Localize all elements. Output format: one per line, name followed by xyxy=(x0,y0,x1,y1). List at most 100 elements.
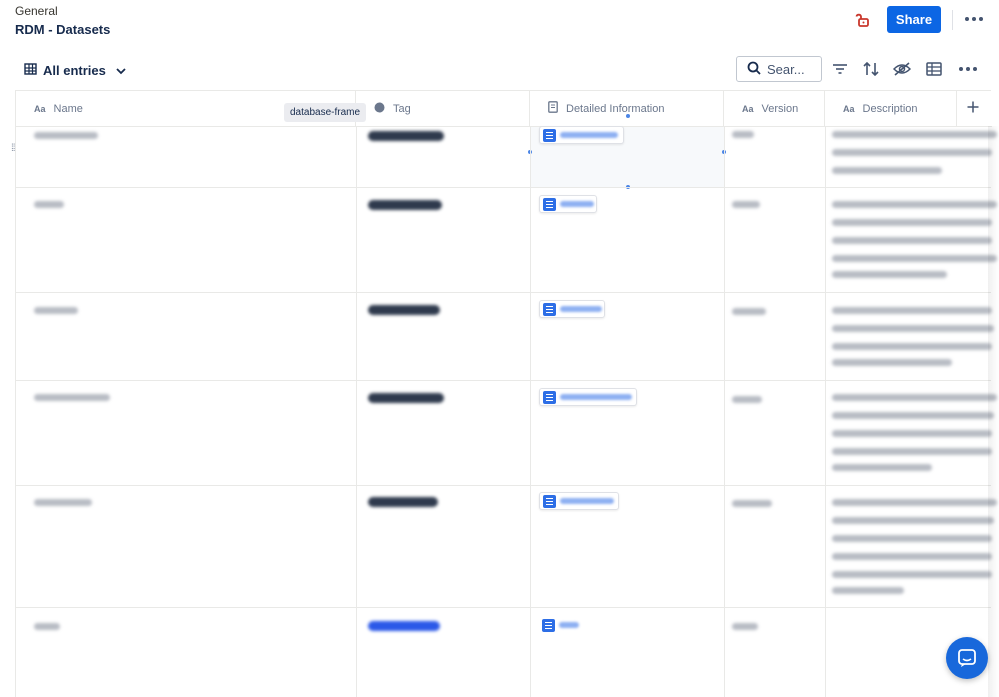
table-icon xyxy=(24,62,37,78)
breadcrumb[interactable]: General xyxy=(15,4,58,18)
redacted-version xyxy=(732,308,766,315)
redacted-link xyxy=(560,394,632,400)
column-label: Tag xyxy=(393,102,411,115)
layout-icon[interactable] xyxy=(922,58,946,80)
document-link[interactable] xyxy=(539,388,637,406)
redacted-name xyxy=(34,132,98,139)
redacted-description xyxy=(832,571,992,578)
more-icon[interactable] xyxy=(962,8,986,30)
search-placeholder: Sear... xyxy=(767,61,805,77)
redacted-description xyxy=(832,201,997,208)
redacted-description xyxy=(832,167,942,174)
more-icon[interactable] xyxy=(956,58,980,80)
column-header-description[interactable]: Aa Description xyxy=(825,91,957,127)
redacted-description xyxy=(832,359,952,366)
document-type-icon xyxy=(548,101,558,116)
database-table: Aa Name Tag Detailed Information Aa Vers… xyxy=(15,90,997,697)
column-header-version[interactable]: Aa Version xyxy=(724,91,825,127)
document-link[interactable] xyxy=(539,126,624,144)
eye-off-icon[interactable] xyxy=(890,58,914,80)
text-type-icon: Aa xyxy=(34,103,46,114)
page-title: RDM - Datasets xyxy=(15,22,111,37)
column-divider xyxy=(825,127,826,697)
redacted-link xyxy=(559,622,579,628)
document-link[interactable] xyxy=(539,300,605,318)
redacted-description xyxy=(832,499,997,506)
tag-type-icon xyxy=(374,102,385,116)
row-divider xyxy=(16,292,991,293)
redacted-description xyxy=(832,219,992,226)
redacted-description xyxy=(832,149,992,156)
redacted-tag[interactable] xyxy=(368,305,440,315)
redacted-version xyxy=(732,396,762,403)
add-column-button[interactable] xyxy=(957,91,992,127)
column-header-tag[interactable]: Tag xyxy=(356,91,530,127)
redacted-tag[interactable] xyxy=(368,200,442,210)
column-label: Detailed Information xyxy=(566,102,665,115)
redacted-description xyxy=(832,535,992,542)
column-header-detailed-information[interactable]: Detailed Information xyxy=(530,91,724,127)
search-input[interactable]: Sear... xyxy=(736,56,822,82)
redacted-name xyxy=(34,623,60,630)
divider xyxy=(952,10,953,30)
redacted-description xyxy=(832,394,997,401)
redacted-name xyxy=(34,201,64,208)
redacted-description xyxy=(832,587,904,594)
redacted-link xyxy=(560,306,602,312)
row-divider xyxy=(16,485,991,486)
redacted-tag[interactable] xyxy=(368,621,440,631)
row-divider xyxy=(16,607,991,608)
redacted-version xyxy=(732,623,758,630)
document-link[interactable] xyxy=(539,195,597,213)
redacted-link xyxy=(560,132,618,138)
column-divider xyxy=(356,127,357,697)
document-icon xyxy=(543,197,556,211)
chevron-down-icon xyxy=(116,63,126,78)
document-icon xyxy=(543,128,556,142)
redacted-name xyxy=(34,394,110,401)
redacted-description xyxy=(832,553,992,560)
redacted-version xyxy=(732,500,772,507)
redacted-name xyxy=(34,499,92,506)
column-label: Description xyxy=(862,102,918,115)
redacted-tag[interactable] xyxy=(368,393,444,403)
document-icon xyxy=(542,618,555,632)
selection-handle[interactable] xyxy=(626,114,630,118)
document-icon xyxy=(543,494,556,508)
redacted-description xyxy=(832,307,992,314)
document-link[interactable] xyxy=(539,616,583,634)
redacted-description xyxy=(832,343,992,350)
search-icon xyxy=(747,61,761,78)
view-switcher[interactable]: All entries xyxy=(24,59,126,81)
column-divider xyxy=(724,127,725,697)
share-button[interactable]: Share xyxy=(887,6,941,33)
column-label: Name xyxy=(53,102,83,115)
redacted-tag[interactable] xyxy=(368,497,438,507)
document-link[interactable] xyxy=(539,492,619,510)
scroll-shadow xyxy=(988,126,999,697)
redacted-version xyxy=(732,131,754,138)
filter-icon[interactable] xyxy=(828,58,852,80)
drag-handle-icon[interactable]: ⁞⁞ xyxy=(11,144,15,154)
lock-open-icon[interactable] xyxy=(853,10,873,30)
redacted-description xyxy=(832,255,997,262)
redacted-description xyxy=(832,430,992,437)
redacted-link xyxy=(560,201,594,207)
redacted-description xyxy=(832,464,932,471)
column-divider xyxy=(530,127,531,697)
tooltip: database-frame xyxy=(284,103,367,122)
redacted-name xyxy=(34,307,78,314)
document-icon xyxy=(543,390,556,404)
row-divider xyxy=(16,380,991,381)
sort-icon[interactable] xyxy=(859,58,883,80)
redacted-description xyxy=(832,412,994,419)
document-icon xyxy=(543,302,556,316)
redacted-version xyxy=(732,201,760,208)
view-label: All entries xyxy=(43,62,106,78)
redacted-tag[interactable] xyxy=(368,131,444,141)
text-type-icon: Aa xyxy=(742,103,754,114)
chat-icon[interactable] xyxy=(946,637,988,679)
column-label: Version xyxy=(761,102,799,115)
redacted-description xyxy=(832,517,994,524)
redacted-description xyxy=(832,237,992,244)
